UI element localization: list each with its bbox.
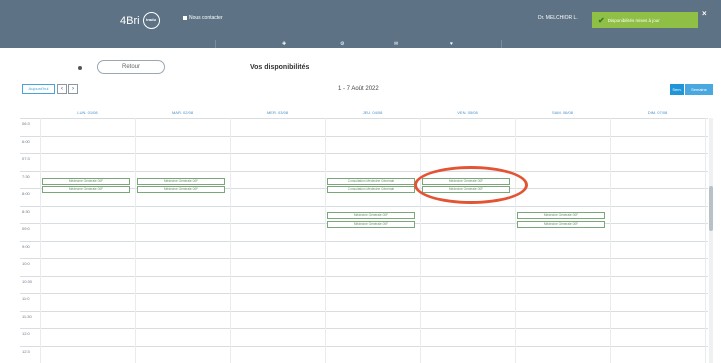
time-label: 11:0	[22, 296, 30, 301]
time-row-line	[20, 240, 708, 242]
time-row-line	[20, 205, 708, 207]
contact-link[interactable]: Nous contacter	[183, 15, 223, 21]
nav-settings-icon[interactable]: ⚙	[340, 40, 344, 48]
time-label: 10:0	[22, 261, 30, 266]
day-column-line	[40, 118, 41, 363]
time-label: 7:30	[22, 173, 30, 179]
availability-slot[interactable]: Médecine Générale 00F	[137, 178, 225, 185]
nav-mail-icon[interactable]: ✉	[394, 40, 398, 48]
day-column-line	[135, 118, 136, 363]
time-row-line	[20, 310, 708, 312]
logo-badge: tradu	[142, 12, 160, 29]
time-row-line	[20, 153, 708, 154]
time-row-line	[20, 328, 708, 329]
time-label: 06:3	[22, 121, 30, 126]
availability-slot[interactable]: Médecine Générale 00F	[327, 221, 415, 228]
scrollbar-thumb[interactable]	[709, 186, 713, 231]
toast-message: Disponibilités mises à jour	[607, 17, 660, 23]
doctor-name[interactable]: Dr. MELCHIOR L.	[538, 15, 578, 21]
page-title: Vos disponibilités	[250, 64, 310, 71]
check-icon: ✔	[598, 15, 605, 25]
day-header: MER. 03/08	[266, 110, 289, 115]
time-label: 11:30	[22, 313, 32, 319]
day-column-line	[325, 118, 326, 363]
day-column-line	[420, 118, 421, 363]
availability-slot[interactable]: Consultation Médecine Générale	[327, 186, 415, 193]
success-toast: ✔ Disponibilités mises à jour	[592, 12, 698, 28]
day-header: SAM. 06/08	[552, 110, 573, 115]
today-button[interactable]: Aujourd'hui	[22, 84, 55, 94]
bullet-dot	[78, 66, 82, 70]
time-row-line	[20, 275, 708, 277]
time-row-line	[20, 118, 708, 119]
availability-slot[interactable]: Médecine Générale 00F	[42, 178, 130, 185]
nav-separator	[215, 40, 216, 48]
day-column-line	[610, 118, 611, 363]
time-label: 9:00	[22, 243, 30, 249]
contact-link-label: Nous contacter	[189, 15, 223, 21]
logo-text: 4Bri	[120, 14, 140, 27]
time-label: 8:00	[22, 191, 30, 196]
highlight-circle	[414, 166, 528, 204]
time-label: 6:00	[22, 138, 30, 144]
scrollbar-track[interactable]	[709, 118, 713, 363]
time-label: 10:30	[22, 278, 33, 284]
time-label: 07:3	[22, 156, 30, 161]
contact-icon	[183, 16, 187, 20]
week-view-button[interactable]: Sem.	[670, 84, 684, 95]
time-row-line	[20, 135, 708, 137]
day-column-line	[230, 118, 231, 363]
day-headers: LUN. 01/08 MAR. 02/08 MER. 03/08 JEU. 04…	[40, 108, 708, 118]
availability-slot[interactable]: Médecine Générale 00F	[327, 212, 415, 219]
day-header: VEN. 05/08	[457, 110, 478, 115]
availability-slot[interactable]: Médecine Générale 00F	[42, 186, 130, 193]
availability-slot[interactable]: Médecine Générale 00F	[137, 186, 225, 193]
next-week-button[interactable]: ›	[68, 84, 78, 94]
nav-strip	[0, 40, 721, 48]
toast-close-icon[interactable]: ×	[702, 9, 707, 18]
day-header: LUN. 01/08	[77, 110, 98, 115]
day-header: JEU. 04/08	[362, 110, 383, 115]
nav-favorite-icon[interactable]: ♥	[450, 40, 453, 48]
app-logo[interactable]: 4Bri tradu	[120, 12, 160, 29]
time-label: 12:0	[22, 331, 30, 336]
availability-slot[interactable]: Médecine Générale 00F	[517, 212, 605, 219]
nav-separator	[501, 40, 502, 48]
date-range: 1 - 7 Août 2022	[338, 86, 379, 92]
time-row-line	[20, 345, 708, 347]
time-label: 09:0	[22, 226, 30, 231]
back-button[interactable]: Retour	[97, 60, 165, 74]
prev-week-button[interactable]: ‹	[57, 84, 67, 94]
availability-slot[interactable]: Médecine Générale 00F	[517, 221, 605, 228]
day-column-line	[515, 118, 516, 363]
time-row-line	[20, 258, 708, 259]
week-mode-button[interactable]: Semaine	[685, 84, 713, 95]
time-row-line	[20, 293, 708, 294]
availability-slot[interactable]: Consultation Médecine Générale	[327, 178, 415, 185]
time-label: 12:3	[22, 348, 30, 354]
day-column-line	[705, 118, 706, 363]
time-label: 8:30	[22, 208, 30, 214]
nav-plus-icon[interactable]: ✚	[282, 40, 286, 48]
day-header: DIM. 07/08	[647, 110, 668, 115]
time-row-line	[20, 170, 708, 172]
day-header: MAR. 02/08	[171, 110, 194, 115]
